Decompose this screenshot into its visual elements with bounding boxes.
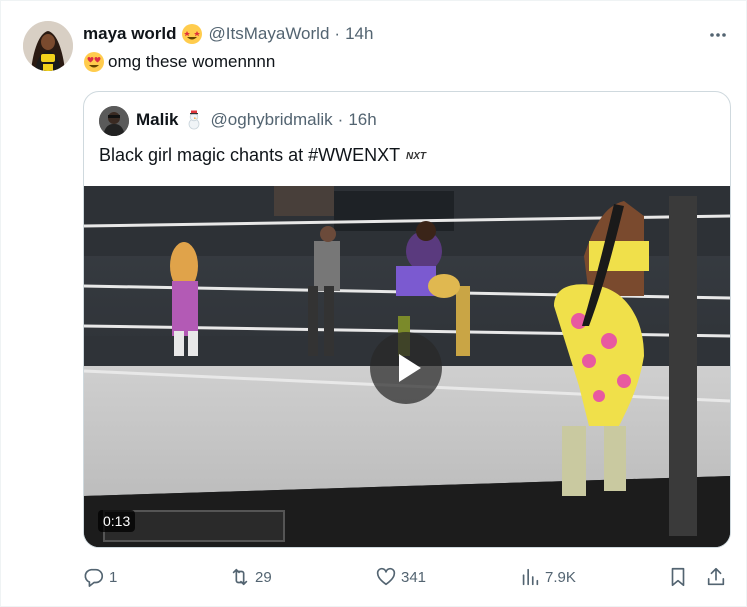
more-icon[interactable] — [708, 25, 728, 50]
analytics-icon — [522, 568, 539, 586]
tweet-card[interactable]: maya world @ItsMayaWorld · 14h omg these… — [0, 0, 747, 607]
like-count: 341 — [401, 568, 427, 586]
share-button[interactable] — [705, 566, 731, 588]
bookmark-button[interactable] — [667, 566, 693, 588]
reply-button[interactable]: 1 — [83, 566, 117, 588]
action-bar: 1 29 341 7.9K — [83, 566, 731, 590]
retweet-count: 29 — [255, 568, 272, 586]
tweet-body: omg these womennnn — [108, 52, 276, 71]
retweet-icon — [232, 568, 248, 586]
quoted-author-name[interactable]: Malik — [136, 109, 179, 131]
play-button[interactable] — [370, 332, 442, 404]
quoted-text: Black girl magic chants at #WWENXT NXT — [99, 143, 430, 167]
play-icon — [399, 354, 421, 382]
nxt-hashflag-icon: NXT — [403, 148, 430, 162]
quoted-tweet[interactable]: Malik @oghybridmalik · 16h Black girl ma… — [83, 91, 731, 548]
tweet-header: maya world @ItsMayaWorld · 14h — [83, 23, 373, 45]
snowman-emoji-icon — [188, 110, 199, 130]
quoted-timestamp[interactable]: 16h — [348, 109, 376, 131]
quoted-header: Malik @oghybridmalik · 16h — [136, 109, 377, 131]
views-button[interactable]: 7.9K — [519, 566, 576, 588]
star-struck-emoji-icon — [181, 24, 202, 44]
author-name[interactable]: maya world — [83, 23, 177, 45]
video-duration: 0:13 — [98, 510, 136, 532]
reply-count: 1 — [109, 568, 118, 586]
like-button[interactable]: 341 — [375, 566, 426, 588]
retweet-button[interactable]: 29 — [229, 566, 272, 588]
video-player[interactable]: 0:13 — [84, 186, 730, 547]
avatar[interactable] — [23, 21, 73, 71]
quoted-body: Black girl magic chants at #WWENXT — [99, 145, 401, 165]
author-handle[interactable]: @ItsMayaWorld — [209, 23, 330, 45]
quoted-separator-dot: · — [337, 110, 344, 129]
heart-eyes-emoji-icon — [84, 52, 104, 72]
quoted-avatar[interactable] — [99, 106, 129, 136]
bookmark-icon — [671, 567, 685, 587]
timestamp[interactable]: 14h — [345, 23, 373, 45]
share-icon — [707, 567, 725, 586]
separator-dot: · — [334, 24, 341, 43]
tweet-text: omg these womennnn — [83, 51, 275, 73]
view-count: 7.9K — [545, 568, 576, 586]
nxt-hashflag-text: NXT — [406, 151, 427, 162]
quoted-author-handle[interactable]: @oghybridmalik — [211, 109, 333, 131]
reply-icon — [84, 568, 104, 587]
heart-icon — [376, 567, 396, 586]
